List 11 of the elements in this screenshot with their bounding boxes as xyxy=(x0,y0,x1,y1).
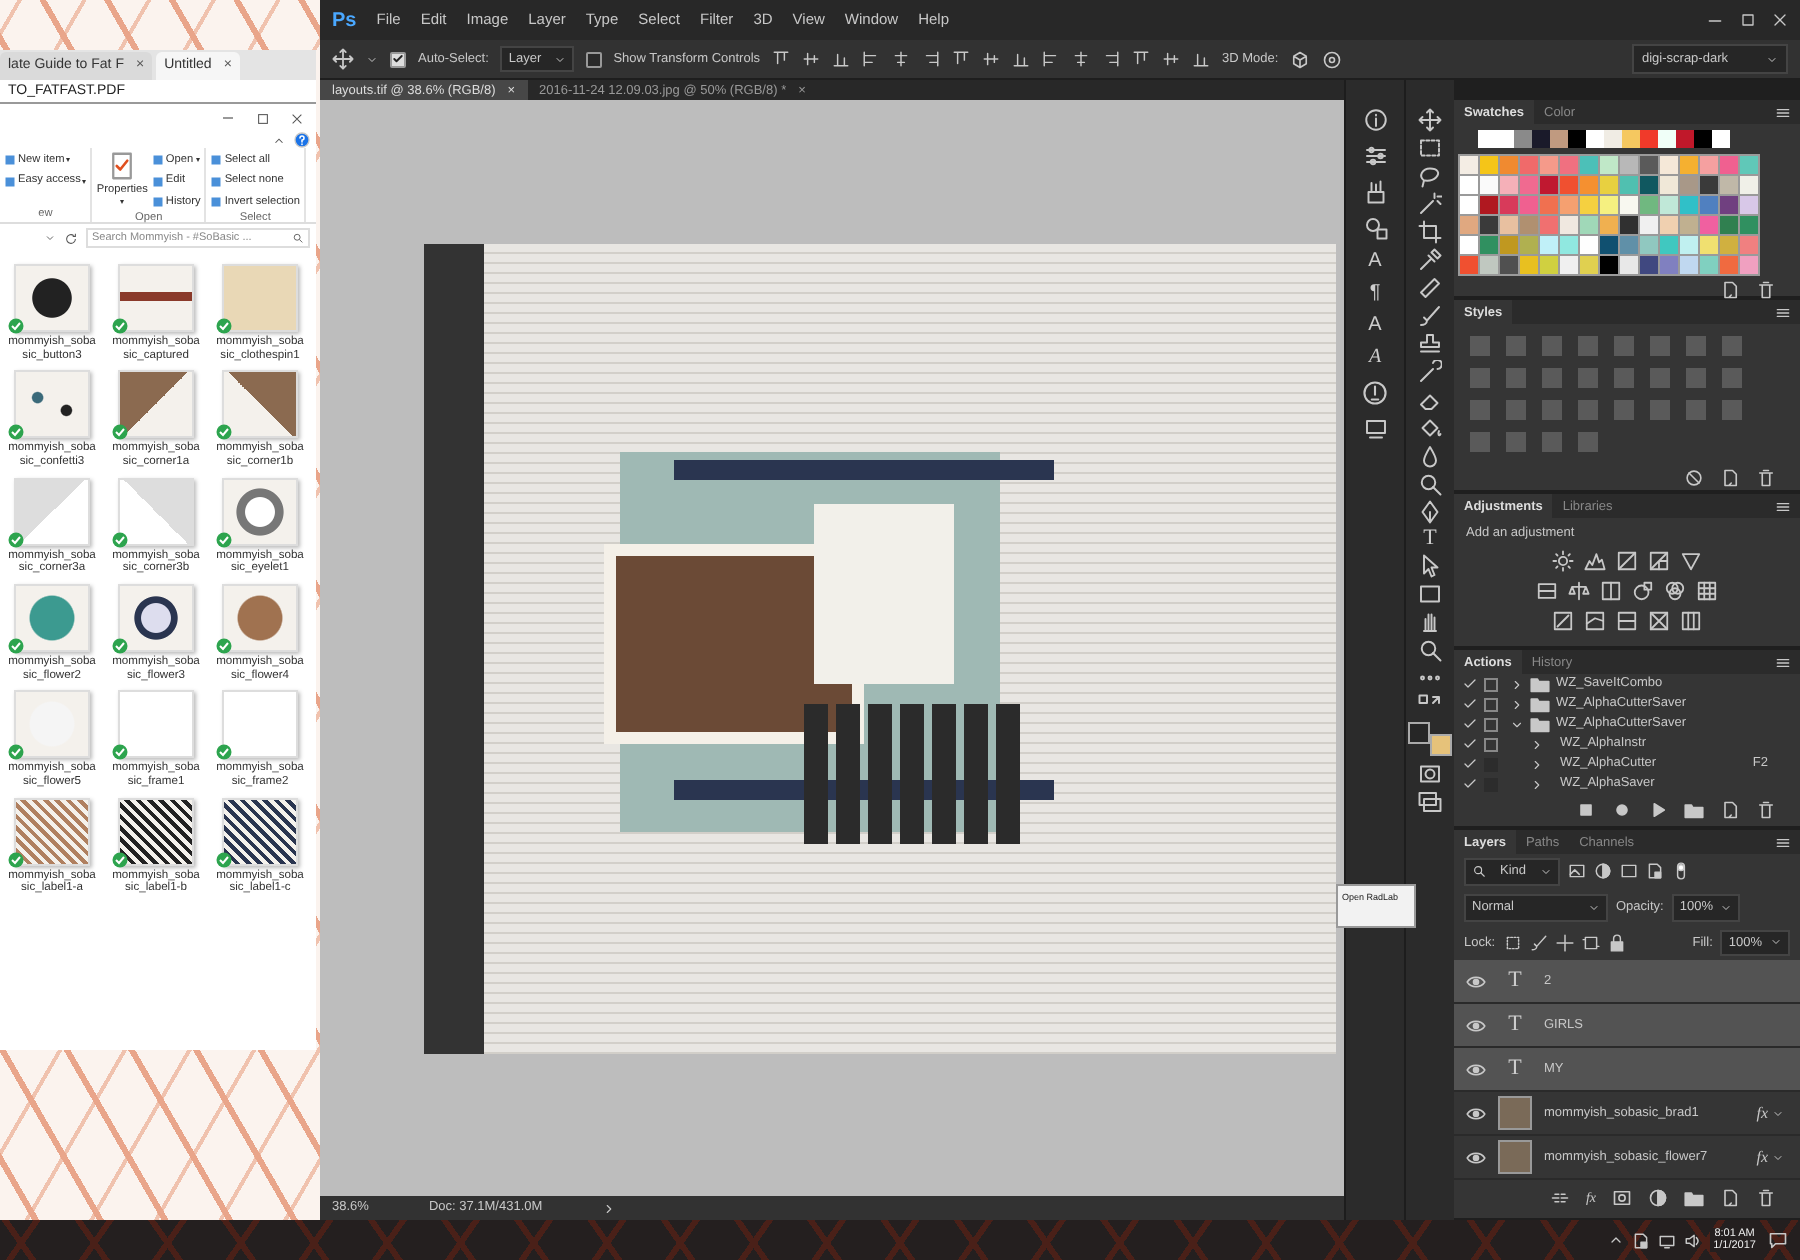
character-panel-icon[interactable]: A xyxy=(1368,252,1382,272)
paragraph-panel-icon[interactable]: ¶ xyxy=(1369,284,1381,304)
glyphs-panel-icon[interactable]: A xyxy=(1368,348,1382,368)
text-layer-icon: T xyxy=(1498,964,1532,999)
effects-indicator[interactable]: fx xyxy=(1756,1101,1784,1126)
effects-indicator[interactable]: fx xyxy=(1756,1145,1784,1170)
app-logo: Ps xyxy=(332,7,357,35)
text-layer-icon: T xyxy=(1498,1052,1532,1087)
text-layer-icon: T xyxy=(1498,1008,1532,1043)
character-styles-icon[interactable]: A xyxy=(1368,316,1382,336)
type-tool-icon[interactable]: T xyxy=(1423,528,1437,550)
